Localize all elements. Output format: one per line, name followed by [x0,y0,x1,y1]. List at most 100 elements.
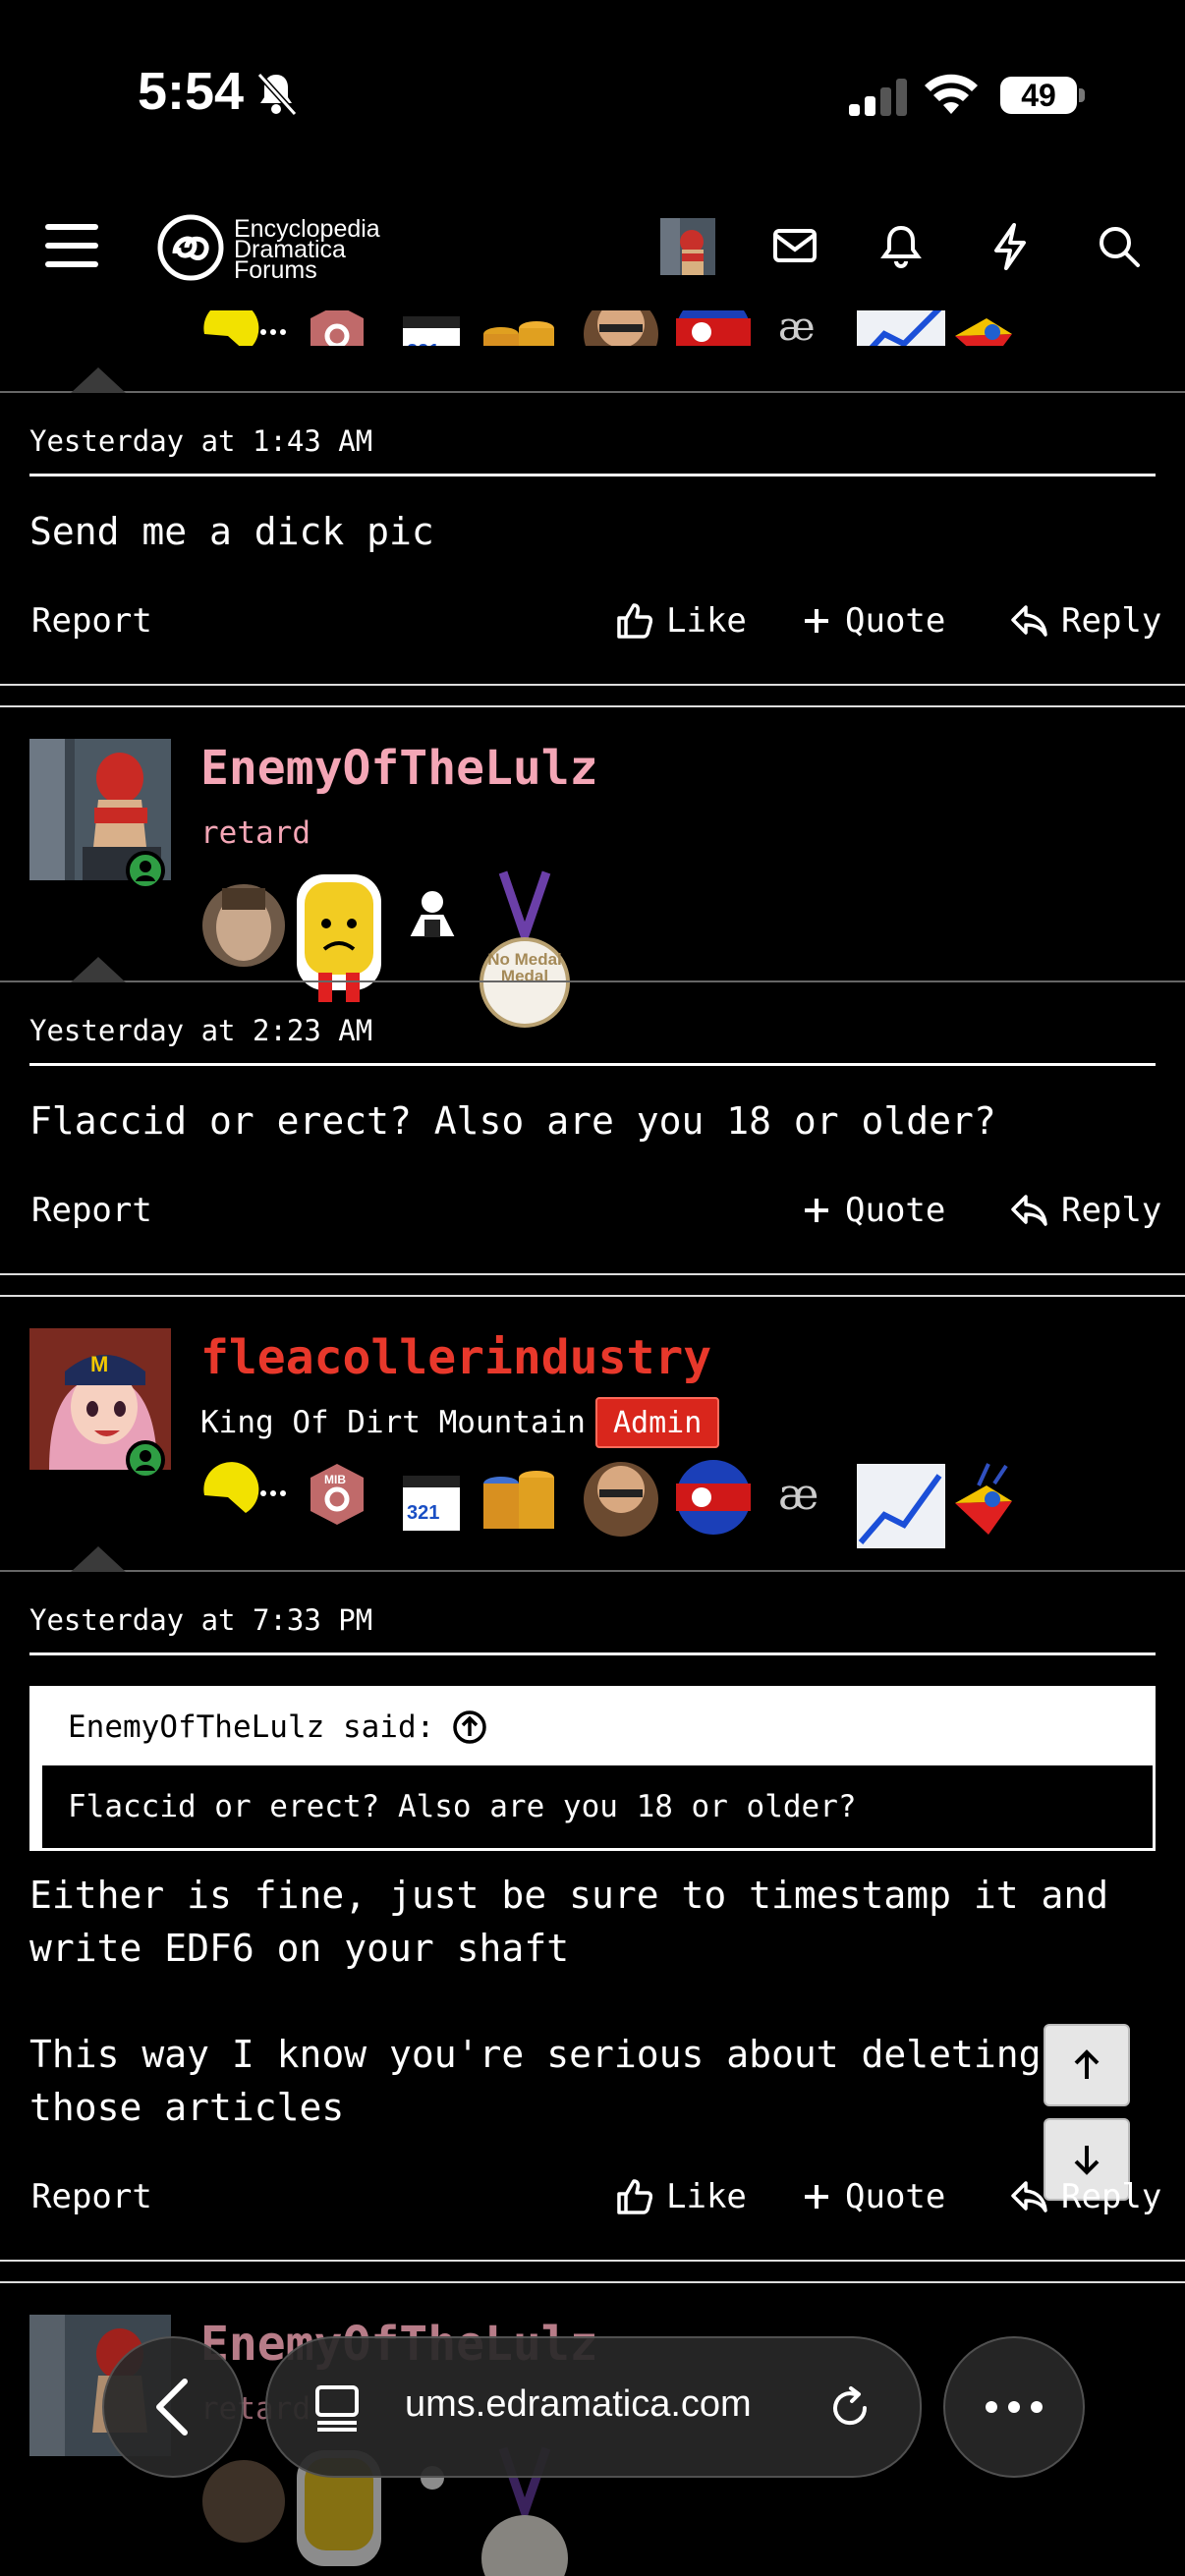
reply-label: Reply [1061,2177,1162,2216]
message-separator [0,1295,1185,1297]
trophy-row: MIB 321 æ [197,1460,1061,1558]
timestamp-divider [29,1652,1156,1655]
reply-arrow-icon [1011,2181,1047,2212]
search-icon[interactable] [1097,224,1142,269]
quote-author: EnemyOfTheLulz said: [68,1709,435,1745]
trophy-medals: 321 æ [203,310,1012,346]
user-avatar-small[interactable] [660,218,715,275]
logo[interactable]: Encyclopedia Dramatica Forums [157,214,393,283]
user-title: King Of Dirt Mountain [200,1405,586,1440]
post-timestamp[interactable]: Yesterday at 1:43 AM [29,424,372,458]
no-medal-medal-label: No Medal Medal [487,950,562,985]
jump-to-quote-icon[interactable] [452,1709,487,1745]
quote-left-bar [32,1765,42,1848]
address-bar[interactable]: ums.edramatica.com [265,2336,922,2478]
post-message: Flaccid or erect? Also are you 18 or old… [29,1099,996,1143]
report-button[interactable]: Report [31,2177,152,2216]
alerts-bell-icon[interactable] [880,224,922,269]
plus-icon [805,2185,828,2209]
post-timestamp[interactable]: Yesterday at 2:23 AM [29,1014,372,1047]
signal-icon [849,77,908,116]
message-separator [0,2281,1185,2283]
plus-icon [805,1199,828,1222]
arrow-down-icon [1074,2146,1100,2175]
report-label: Report [31,2177,152,2216]
like-button[interactable]: Like [615,601,747,641]
battery-indicator: 49 [1000,77,1077,114]
quote-button[interactable]: Quote [802,1191,945,1230]
post-divider [0,1570,1185,1572]
inbox-icon[interactable] [772,226,818,265]
menu-icon[interactable] [45,222,98,269]
quote-button[interactable]: Quote [802,2177,945,2216]
online-status-icon [126,1440,165,1480]
username[interactable]: fleacollerindustry [200,1330,711,1385]
status-time: 5:54 [138,62,245,121]
arrow-notch [71,1546,126,1572]
logo-icon [157,214,224,281]
wifi-icon [924,73,979,116]
back-button[interactable] [102,2336,244,2478]
svg-text:MIB: MIB [324,1473,346,1486]
svg-text:M: M [90,1352,108,1376]
reply-button[interactable]: Reply [1010,2177,1161,2216]
thumbs-up-icon [617,2179,652,2214]
quote-button[interactable]: Quote [802,601,945,641]
message-separator [0,2260,1185,2262]
post-divider [0,391,1185,393]
message-separator [0,684,1185,686]
url-text[interactable]: ums.edramatica.com [405,2383,752,2426]
like-button[interactable]: Like [615,2177,747,2216]
reply-label: Reply [1061,1191,1162,1230]
report-label: Report [31,1191,152,1230]
svg-text:321: 321 [407,1502,439,1524]
username[interactable]: EnemyOfTheLulz [200,741,598,796]
scroll-up-button[interactable] [1044,2024,1130,2106]
reply-label: Reply [1061,601,1162,641]
quote-header[interactable]: EnemyOfTheLulz said: [32,1689,1153,1765]
more-options-button[interactable] [943,2336,1085,2478]
arrow-notch [71,367,126,393]
arrow-notch [71,957,126,982]
like-label: Like [666,601,747,641]
tabs-icon[interactable] [312,2383,362,2433]
battery-nub [1079,88,1085,102]
timestamp-divider [29,1063,1156,1066]
reply-button[interactable]: Reply [1010,601,1161,641]
quote-label: Quote [845,1191,946,1230]
post-timestamp[interactable]: Yesterday at 7:33 PM [29,1603,372,1637]
message-separator [0,705,1185,707]
reply-arrow-icon [1011,1195,1047,1226]
svg-text:æ: æ [778,1470,818,1520]
logo-line-3: Forums [234,256,317,284]
quote-label: Quote [845,601,946,641]
quote-block: EnemyOfTheLulz said: Flaccid or erect? A… [29,1686,1156,1851]
ellipsis-icon [986,2401,1043,2413]
svg-text:æ: æ [778,310,816,346]
plus-icon [805,609,828,633]
whats-new-bolt-icon[interactable] [992,222,1028,271]
admin-badge: Admin [595,1397,720,1448]
post-divider [0,980,1185,982]
arrow-up-icon [1074,2049,1100,2079]
report-button[interactable]: Report [31,601,152,641]
reload-icon[interactable] [827,2385,873,2431]
post-message: Either is fine, just be sure to timestam… [29,1874,1109,2129]
trophy-row: 321 æ [197,310,1061,381]
like-label: Like [666,2177,747,2216]
report-button[interactable]: Report [31,1191,152,1230]
report-label: Report [31,601,152,641]
post-message: Send me a dick pic [29,510,434,553]
online-status-icon [126,851,165,890]
bell-muted-icon [252,69,301,118]
chevron-left-icon [156,2379,188,2436]
reply-button[interactable]: Reply [1010,1191,1161,1230]
thumbs-up-icon [617,603,652,639]
timestamp-divider [29,474,1156,476]
quote-text: Flaccid or erect? Also are you 18 or old… [68,1789,857,1824]
message-separator [0,1273,1185,1275]
reply-arrow-icon [1011,605,1047,637]
svg-text:321: 321 [407,341,439,346]
quote-label: Quote [845,2177,946,2216]
user-title: retard [200,815,310,851]
